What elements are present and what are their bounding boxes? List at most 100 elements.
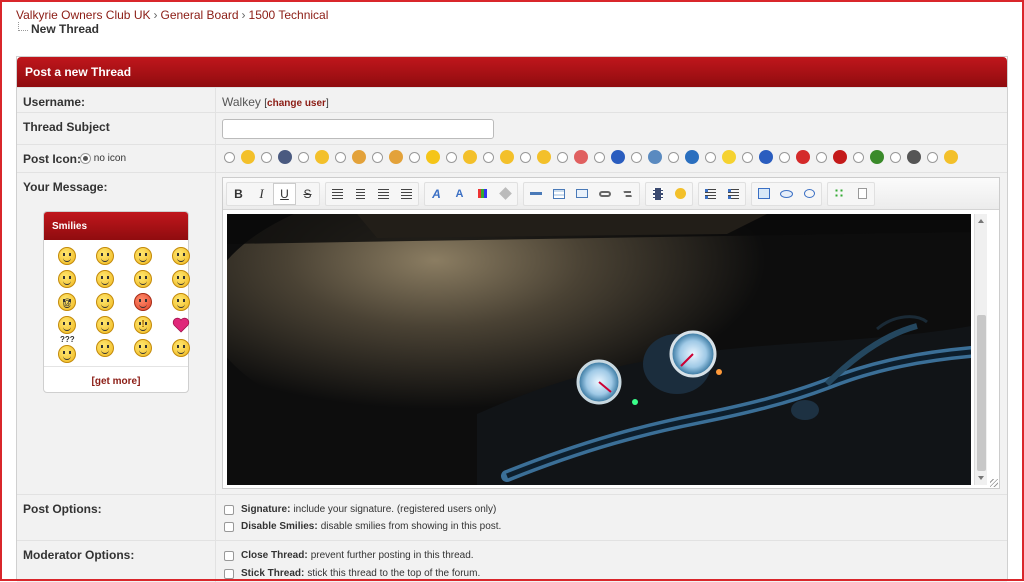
thumbs-down-icon[interactable]	[389, 150, 403, 164]
post-icon-radio[interactable]	[261, 151, 272, 163]
php-button[interactable]	[775, 183, 798, 205]
post-icon-option[interactable]	[816, 150, 847, 164]
font-size-button[interactable]: A	[448, 183, 471, 205]
keyboard-icon[interactable]	[907, 150, 921, 164]
insert-email-button[interactable]	[570, 183, 593, 205]
post-icon-option[interactable]	[631, 150, 662, 164]
subject-input[interactable]	[222, 119, 494, 139]
post-icon-radio[interactable]	[631, 151, 642, 163]
angry-icon[interactable]	[500, 150, 514, 164]
post-icon-option[interactable]	[335, 150, 366, 164]
insert-smilie-button[interactable]	[669, 183, 692, 205]
breadcrumb-link-club[interactable]: Valkyrie Owners Club UK	[16, 8, 150, 22]
post-icon-option[interactable]	[224, 150, 255, 164]
post-icon-option[interactable]	[705, 150, 736, 164]
bullet-list-button[interactable]	[699, 183, 722, 205]
unlink-button[interactable]	[616, 183, 639, 205]
post-icon-radio[interactable]	[224, 151, 235, 163]
post-icon-option[interactable]	[668, 150, 699, 164]
font-color-button[interactable]	[471, 183, 494, 205]
heart-icon[interactable]	[796, 150, 810, 164]
post-icon-option[interactable]	[261, 150, 292, 164]
post-icon-radio[interactable]	[890, 151, 901, 163]
disable-smilies-checkbox[interactable]	[224, 521, 234, 532]
quote-button[interactable]	[798, 183, 821, 205]
close-thread-option[interactable]: Close Thread: prevent further posting in …	[224, 550, 474, 561]
bug-icon[interactable]	[870, 150, 884, 164]
scroll-up-arrow[interactable]	[978, 219, 984, 223]
rolleyes-icon[interactable]	[96, 270, 114, 288]
signature-option[interactable]: Signature: include your signature. (regis…	[224, 504, 496, 515]
smile-icon[interactable]	[241, 150, 255, 164]
sad-icon[interactable]	[463, 150, 477, 164]
post-icon-option[interactable]	[298, 150, 329, 164]
post-icon-radio[interactable]	[335, 151, 346, 163]
close-thread-checkbox[interactable]	[224, 550, 234, 561]
film-icon[interactable]	[278, 150, 292, 164]
source-button[interactable]	[851, 183, 874, 205]
post-icon-radio[interactable]	[594, 151, 605, 163]
remove-format-button[interactable]	[494, 183, 517, 205]
justify-button[interactable]	[395, 183, 418, 205]
post-icon-radio[interactable]	[446, 151, 457, 163]
grin-teeth-icon[interactable]	[172, 247, 190, 265]
editor-scrollbar[interactable]	[974, 214, 987, 485]
post-icon-option[interactable]	[446, 150, 477, 164]
thinking-icon[interactable]	[172, 293, 190, 311]
star-icon[interactable]	[426, 150, 440, 164]
post-icon-radio[interactable]	[816, 151, 827, 163]
post-icon-radio[interactable]	[779, 151, 790, 163]
post-icon-radio[interactable]	[557, 151, 568, 163]
post-icon-radio[interactable]	[927, 151, 938, 163]
exclamation-icon[interactable]	[833, 150, 847, 164]
italic-button[interactable]: I	[250, 183, 273, 205]
post-icon-option[interactable]	[372, 150, 403, 164]
numbered-list-button[interactable]	[722, 183, 745, 205]
music-icon[interactable]	[685, 150, 699, 164]
insert-video-button[interactable]	[646, 183, 669, 205]
get-more-smilies-link[interactable]: get more	[95, 376, 137, 387]
horizontal-rule-button[interactable]	[524, 183, 547, 205]
mad-icon[interactable]	[134, 293, 152, 311]
scroll-thumb[interactable]	[977, 315, 986, 471]
underline-button[interactable]: U	[273, 182, 296, 205]
cool-icon[interactable]	[134, 247, 152, 265]
post-icon-option[interactable]	[520, 150, 551, 164]
align-left-button[interactable]	[326, 183, 349, 205]
idea-icon[interactable]	[96, 339, 114, 357]
post-icon-radio[interactable]	[520, 151, 531, 163]
post-icon-radio[interactable]	[853, 151, 864, 163]
bold-button[interactable]: B	[227, 183, 250, 205]
picture-icon[interactable]	[648, 150, 662, 164]
align-center-button[interactable]	[349, 183, 372, 205]
post-icon-option[interactable]	[483, 150, 514, 164]
no-icon-option[interactable]: no icon	[80, 153, 126, 164]
insert-link-button[interactable]	[593, 183, 616, 205]
disable-smilies-option[interactable]: Disable Smilies: disable smilies from sho…	[224, 521, 501, 532]
insert-table-button[interactable]	[547, 183, 570, 205]
stick-thread-checkbox[interactable]	[224, 568, 234, 579]
info-icon[interactable]	[759, 150, 773, 164]
laugh-icon[interactable]	[944, 150, 958, 164]
toggle-mode-button[interactable]	[828, 183, 851, 205]
post-icon-radio[interactable]	[742, 151, 753, 163]
grin-icon[interactable]	[315, 150, 329, 164]
post-icon-option[interactable]	[927, 150, 958, 164]
question-icon[interactable]	[611, 150, 625, 164]
post-icon-option[interactable]	[779, 150, 810, 164]
align-right-button[interactable]	[372, 183, 395, 205]
post-icon-radio[interactable]	[705, 151, 716, 163]
scroll-down-arrow[interactable]	[978, 476, 984, 480]
post-icon-radio[interactable]	[298, 151, 309, 163]
confused-icon[interactable]	[96, 293, 114, 311]
resize-grip[interactable]	[990, 479, 998, 487]
alert-icon[interactable]: !	[134, 316, 152, 334]
wink-icon[interactable]	[134, 339, 152, 357]
strikethrough-button[interactable]: S	[296, 183, 319, 205]
post-icon-option[interactable]	[557, 150, 588, 164]
post-icon-radio[interactable]	[483, 151, 494, 163]
thumbs-up-icon[interactable]	[352, 150, 366, 164]
breadcrumb-link-1500-technical[interactable]: 1500 Technical	[249, 8, 329, 22]
post-icon-option[interactable]	[594, 150, 625, 164]
font-button[interactable]: A	[425, 183, 448, 205]
